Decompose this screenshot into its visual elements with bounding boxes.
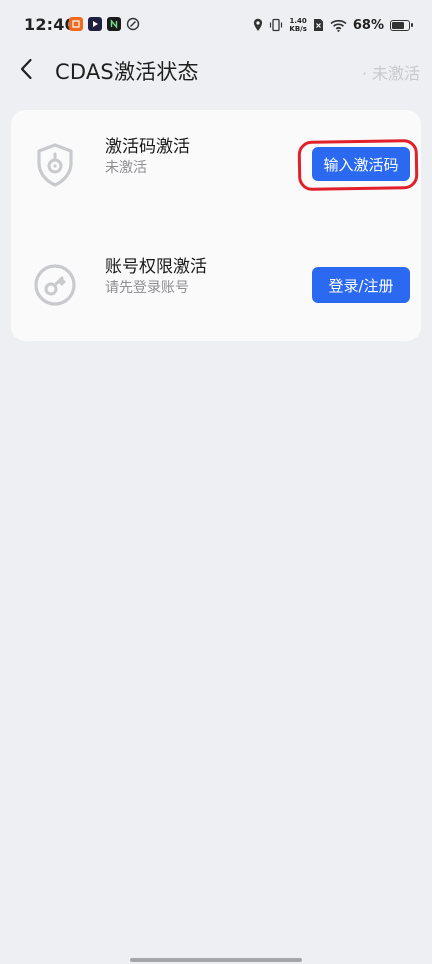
enter-activation-code-button[interactable]: 输入激活码	[312, 147, 410, 181]
activation-code-title: 激活码激活	[105, 137, 190, 157]
network-speed-unit: KB/s	[289, 25, 307, 33]
page-title: CDAS激活状态	[55, 60, 199, 84]
wifi-icon	[330, 19, 347, 32]
app-notification-icon	[69, 17, 83, 31]
link-notification-icon	[126, 17, 140, 31]
notification-icons	[69, 17, 140, 31]
key-circle-icon	[33, 263, 77, 307]
activation-code-row: 激活码激活 未激活 输入激活码	[11, 110, 421, 210]
back-button[interactable]	[14, 54, 38, 84]
shield-key-icon	[33, 143, 77, 187]
play-notification-icon	[88, 17, 102, 31]
network-speed-value: 1.40	[289, 17, 307, 25]
home-indicator[interactable]	[130, 958, 302, 962]
status-bar: 12:40 1.40 KB/s 68%	[0, 0, 432, 52]
vibrate-icon	[270, 18, 283, 32]
status-indicators: 1.40 KB/s 68%	[253, 14, 413, 36]
battery-icon	[390, 19, 413, 31]
location-icon	[254, 18, 263, 31]
activation-status-label: · 未激活	[361, 64, 420, 83]
network-speed: 1.40 KB/s	[289, 17, 306, 33]
n-app-notification-icon	[107, 17, 121, 31]
no-sim-icon	[313, 19, 323, 31]
account-activation-row: 账号权限激活 请先登录账号 登录/注册	[11, 230, 421, 330]
login-register-button[interactable]: 登录/注册	[312, 267, 410, 303]
activation-card: 激活码激活 未激活 输入激活码 账号权限激活 请先登录账号 登录/注册	[11, 110, 421, 341]
account-activation-hint: 请先登录账号	[105, 280, 189, 296]
header: CDAS激活状态 · 未激活	[0, 50, 432, 90]
battery-level	[392, 21, 405, 29]
battery-percent: 68%	[352, 17, 384, 33]
account-activation-title: 账号权限激活	[105, 257, 207, 277]
back-arrow-icon	[20, 58, 32, 80]
activation-code-status: 未激活	[105, 160, 147, 176]
